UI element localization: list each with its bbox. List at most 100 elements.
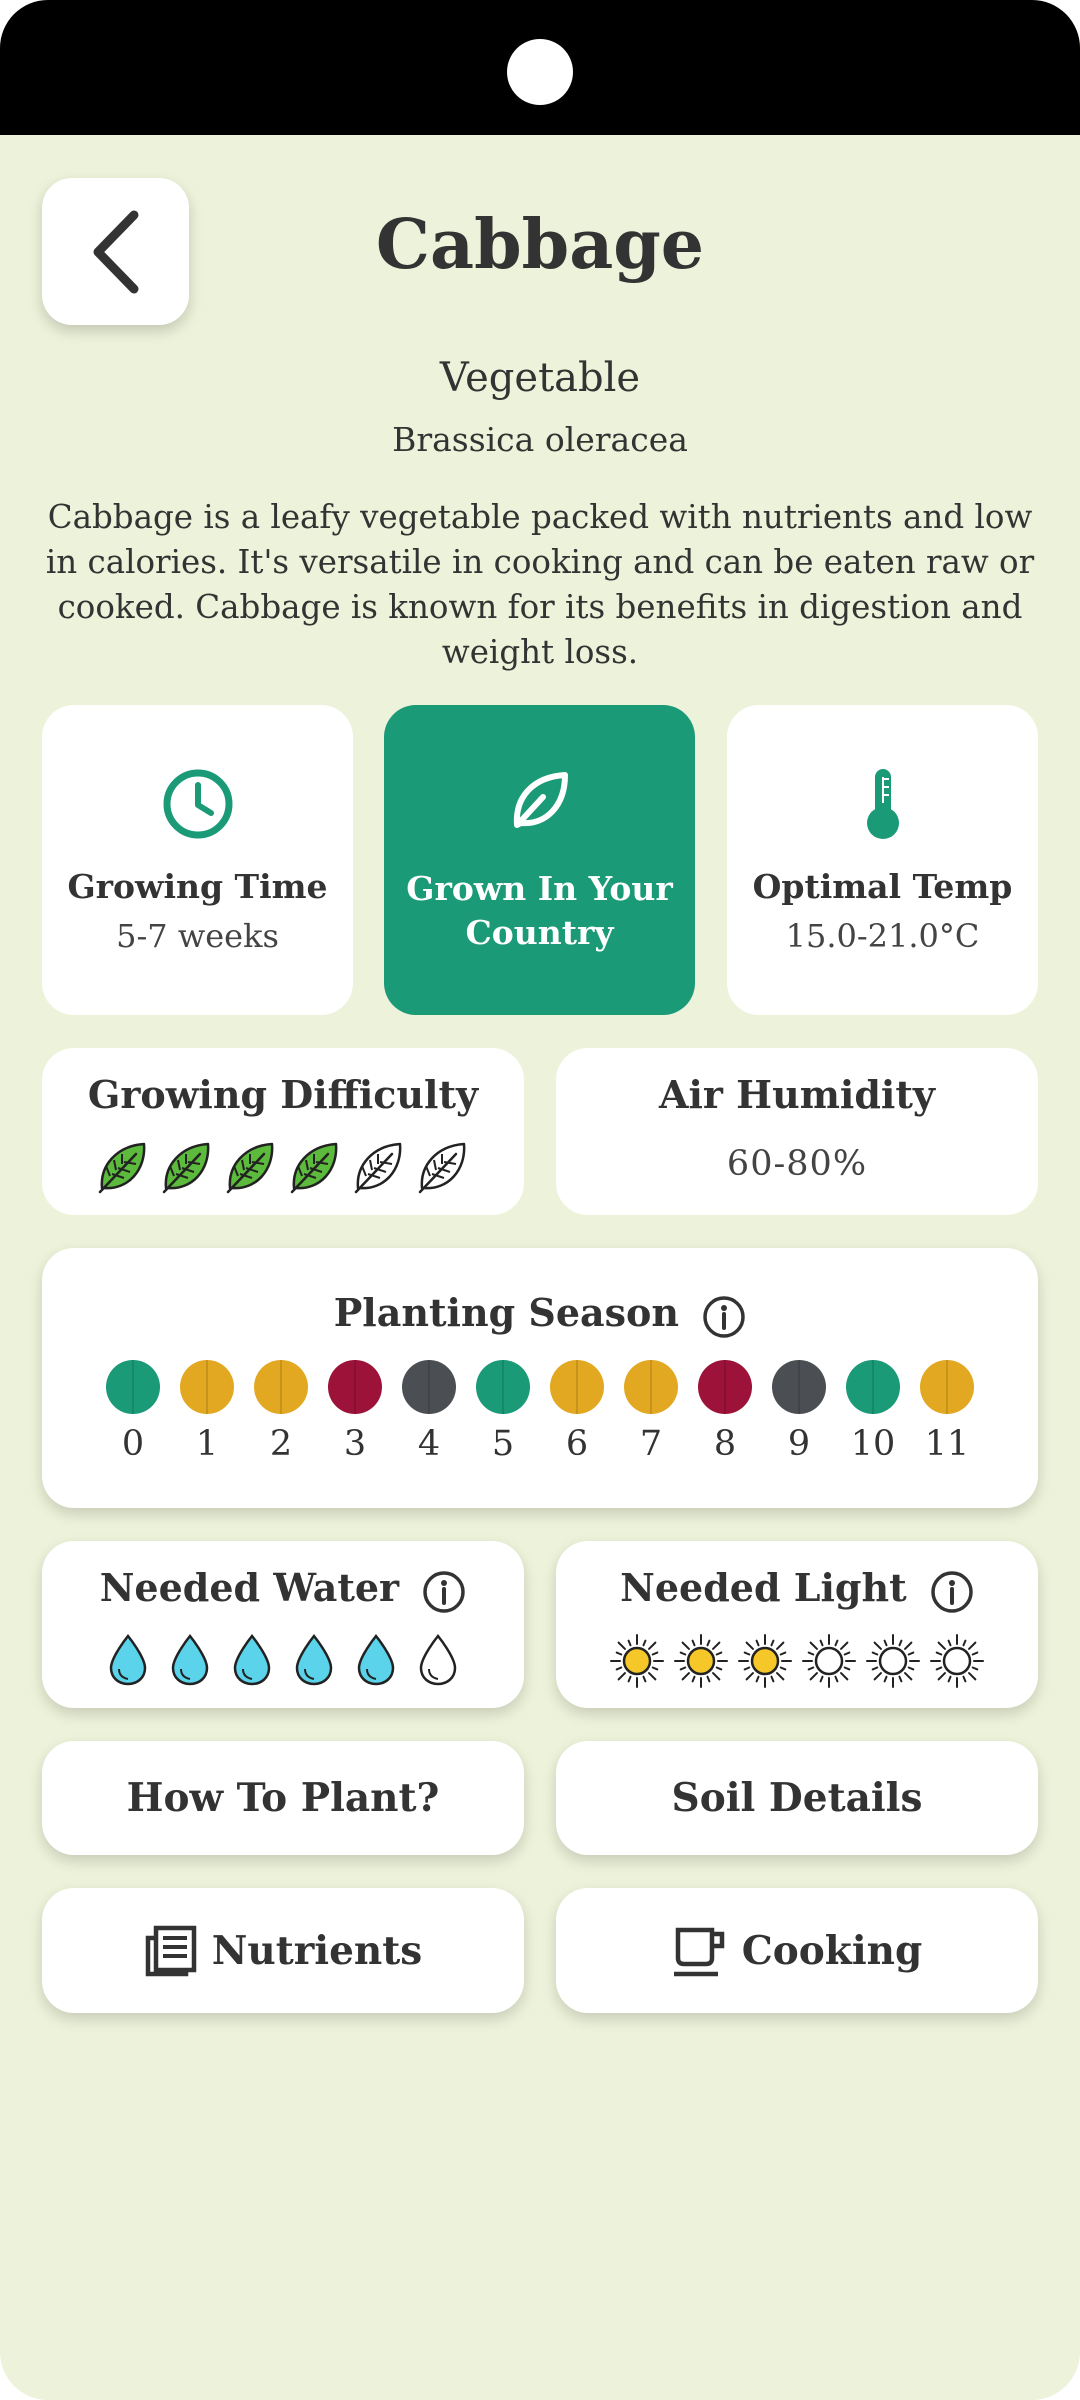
info-icon[interactable]	[702, 1295, 746, 1339]
sun-icon-filled	[738, 1634, 792, 1688]
back-button[interactable]	[42, 178, 189, 325]
season-month-label: 9	[787, 1424, 811, 1464]
grown-in-country-card: Grown In Your Country	[384, 705, 695, 1015]
clock-icon	[163, 769, 232, 839]
season-month: 5	[476, 1360, 530, 1464]
season-month-label: 0	[121, 1424, 145, 1464]
season-month-label: 11	[924, 1424, 970, 1464]
season-month-dot	[698, 1360, 752, 1414]
growing-time-value: 5-7 weeks	[116, 917, 279, 955]
nutrients-button[interactable]: Nutrients	[42, 1888, 524, 2013]
needed-water-card: Needed Water	[42, 1541, 524, 1708]
leaf-icon	[513, 772, 568, 828]
sun-icon-empty	[802, 1634, 856, 1688]
season-month: 3	[328, 1360, 382, 1464]
leaf-icon-filled	[226, 1142, 274, 1194]
thermometer-icon	[866, 769, 899, 839]
season-month-label: 8	[713, 1424, 737, 1464]
season-month-label: 3	[343, 1424, 367, 1464]
difficulty-rating	[42, 1140, 524, 1194]
air-humidity-value: 60-80%	[726, 1144, 868, 1184]
season-month-label: 7	[639, 1424, 663, 1464]
season-month: 6	[550, 1360, 604, 1464]
info-icon[interactable]	[930, 1570, 974, 1614]
season-month-dot	[624, 1360, 678, 1414]
season-month-dot	[772, 1360, 826, 1414]
planting-season-card: Planting Season 0 1 2 3 4 5 6 7 8 9 10 11	[42, 1248, 1038, 1508]
water-drop-icon-empty	[419, 1634, 457, 1686]
leaf-icon-filled	[290, 1142, 338, 1194]
needed-light-card: Needed Light	[556, 1541, 1038, 1708]
season-month: 8	[698, 1360, 752, 1464]
season-month-dot	[920, 1360, 974, 1414]
season-month: 10	[846, 1360, 900, 1464]
chevron-left-icon	[93, 210, 138, 293]
season-month: 9	[772, 1360, 826, 1464]
season-month: 11	[920, 1360, 974, 1464]
light-rating	[556, 1633, 1038, 1689]
growing-difficulty-title: Growing Difficulty	[87, 1072, 479, 1117]
water-drop-icon-filled	[233, 1634, 271, 1686]
sun-icon-empty	[930, 1634, 984, 1688]
water-drop-icon-filled	[171, 1634, 209, 1686]
season-month-dot	[106, 1360, 160, 1414]
planting-season-title: Planting Season	[333, 1290, 680, 1335]
season-month-dot	[476, 1360, 530, 1414]
how-to-plant-button[interactable]: How To Plant?	[42, 1741, 524, 1855]
season-month-dot	[180, 1360, 234, 1414]
growing-time-card: Growing Time 5-7 weeks	[42, 705, 353, 1015]
water-rating	[42, 1633, 524, 1687]
season-month-label: 5	[491, 1424, 515, 1464]
cup-icon	[673, 1927, 724, 1976]
status-bar	[0, 0, 1080, 135]
air-humidity-title: Air Humidity	[659, 1072, 935, 1117]
season-month-label: 10	[850, 1424, 896, 1464]
season-month: 7	[624, 1360, 678, 1464]
cooking-button[interactable]: Cooking	[556, 1888, 1038, 2013]
soil-details-label: Soil Details	[671, 1775, 923, 1821]
air-humidity-card: Air Humidity 60-80%	[556, 1048, 1038, 1215]
soil-details-button[interactable]: Soil Details	[556, 1741, 1038, 1855]
needed-light-title: Needed Light	[620, 1565, 907, 1610]
growing-time-title: Growing Time	[67, 867, 328, 906]
water-drop-icon-filled	[357, 1634, 395, 1686]
sun-icon-filled	[610, 1634, 664, 1688]
season-month-label: 4	[417, 1424, 441, 1464]
plant-detail-screen: Cabbage Vegetable Brassica oleracea Cabb…	[0, 0, 1080, 2400]
nutrients-label: Nutrients	[211, 1927, 423, 1974]
water-drop-icon-filled	[295, 1634, 333, 1686]
plant-category: Vegetable	[439, 355, 641, 401]
season-month-dot	[846, 1360, 900, 1414]
sun-icon-empty	[866, 1634, 920, 1688]
season-month-dot	[254, 1360, 308, 1414]
season-month: 4	[402, 1360, 456, 1464]
plant-description: Cabbage is a leafy vegetable packed with…	[45, 498, 1035, 671]
cooking-label: Cooking	[741, 1927, 923, 1974]
planting-season-months: 0 1 2 3 4 5 6 7 8 9 10 11	[42, 1360, 1038, 1464]
needed-water-title: Needed Water	[99, 1565, 400, 1610]
season-month-label: 6	[565, 1424, 589, 1464]
grown-in-country-title: Grown In Your Country	[406, 869, 673, 952]
leaf-icon-filled	[162, 1142, 210, 1194]
growing-difficulty-card: Growing Difficulty	[42, 1048, 524, 1215]
water-drop-icon-filled	[109, 1634, 147, 1686]
sun-icon-filled	[674, 1634, 728, 1688]
optimal-temp-title: Optimal Temp	[752, 867, 1013, 906]
optimal-temp-card: Optimal Temp 15.0-21.0°C	[727, 705, 1038, 1015]
season-month-label: 2	[269, 1424, 293, 1464]
newspaper-icon	[145, 1925, 196, 1976]
leaf-icon-filled	[98, 1142, 146, 1194]
season-month-dot	[328, 1360, 382, 1414]
info-icon[interactable]	[422, 1570, 466, 1614]
leaf-icon-empty	[354, 1142, 402, 1194]
season-month: 1	[180, 1360, 234, 1464]
leaf-icon-empty	[418, 1142, 466, 1194]
optimal-temp-value: 15.0-21.0°C	[785, 917, 980, 955]
page-title: Cabbage	[375, 205, 705, 285]
camera-cutout	[507, 39, 573, 105]
season-month-dot	[550, 1360, 604, 1414]
how-to-plant-label: How To Plant?	[126, 1775, 440, 1821]
season-month-dot	[402, 1360, 456, 1414]
season-month: 2	[254, 1360, 308, 1464]
season-month-label: 1	[195, 1424, 219, 1464]
